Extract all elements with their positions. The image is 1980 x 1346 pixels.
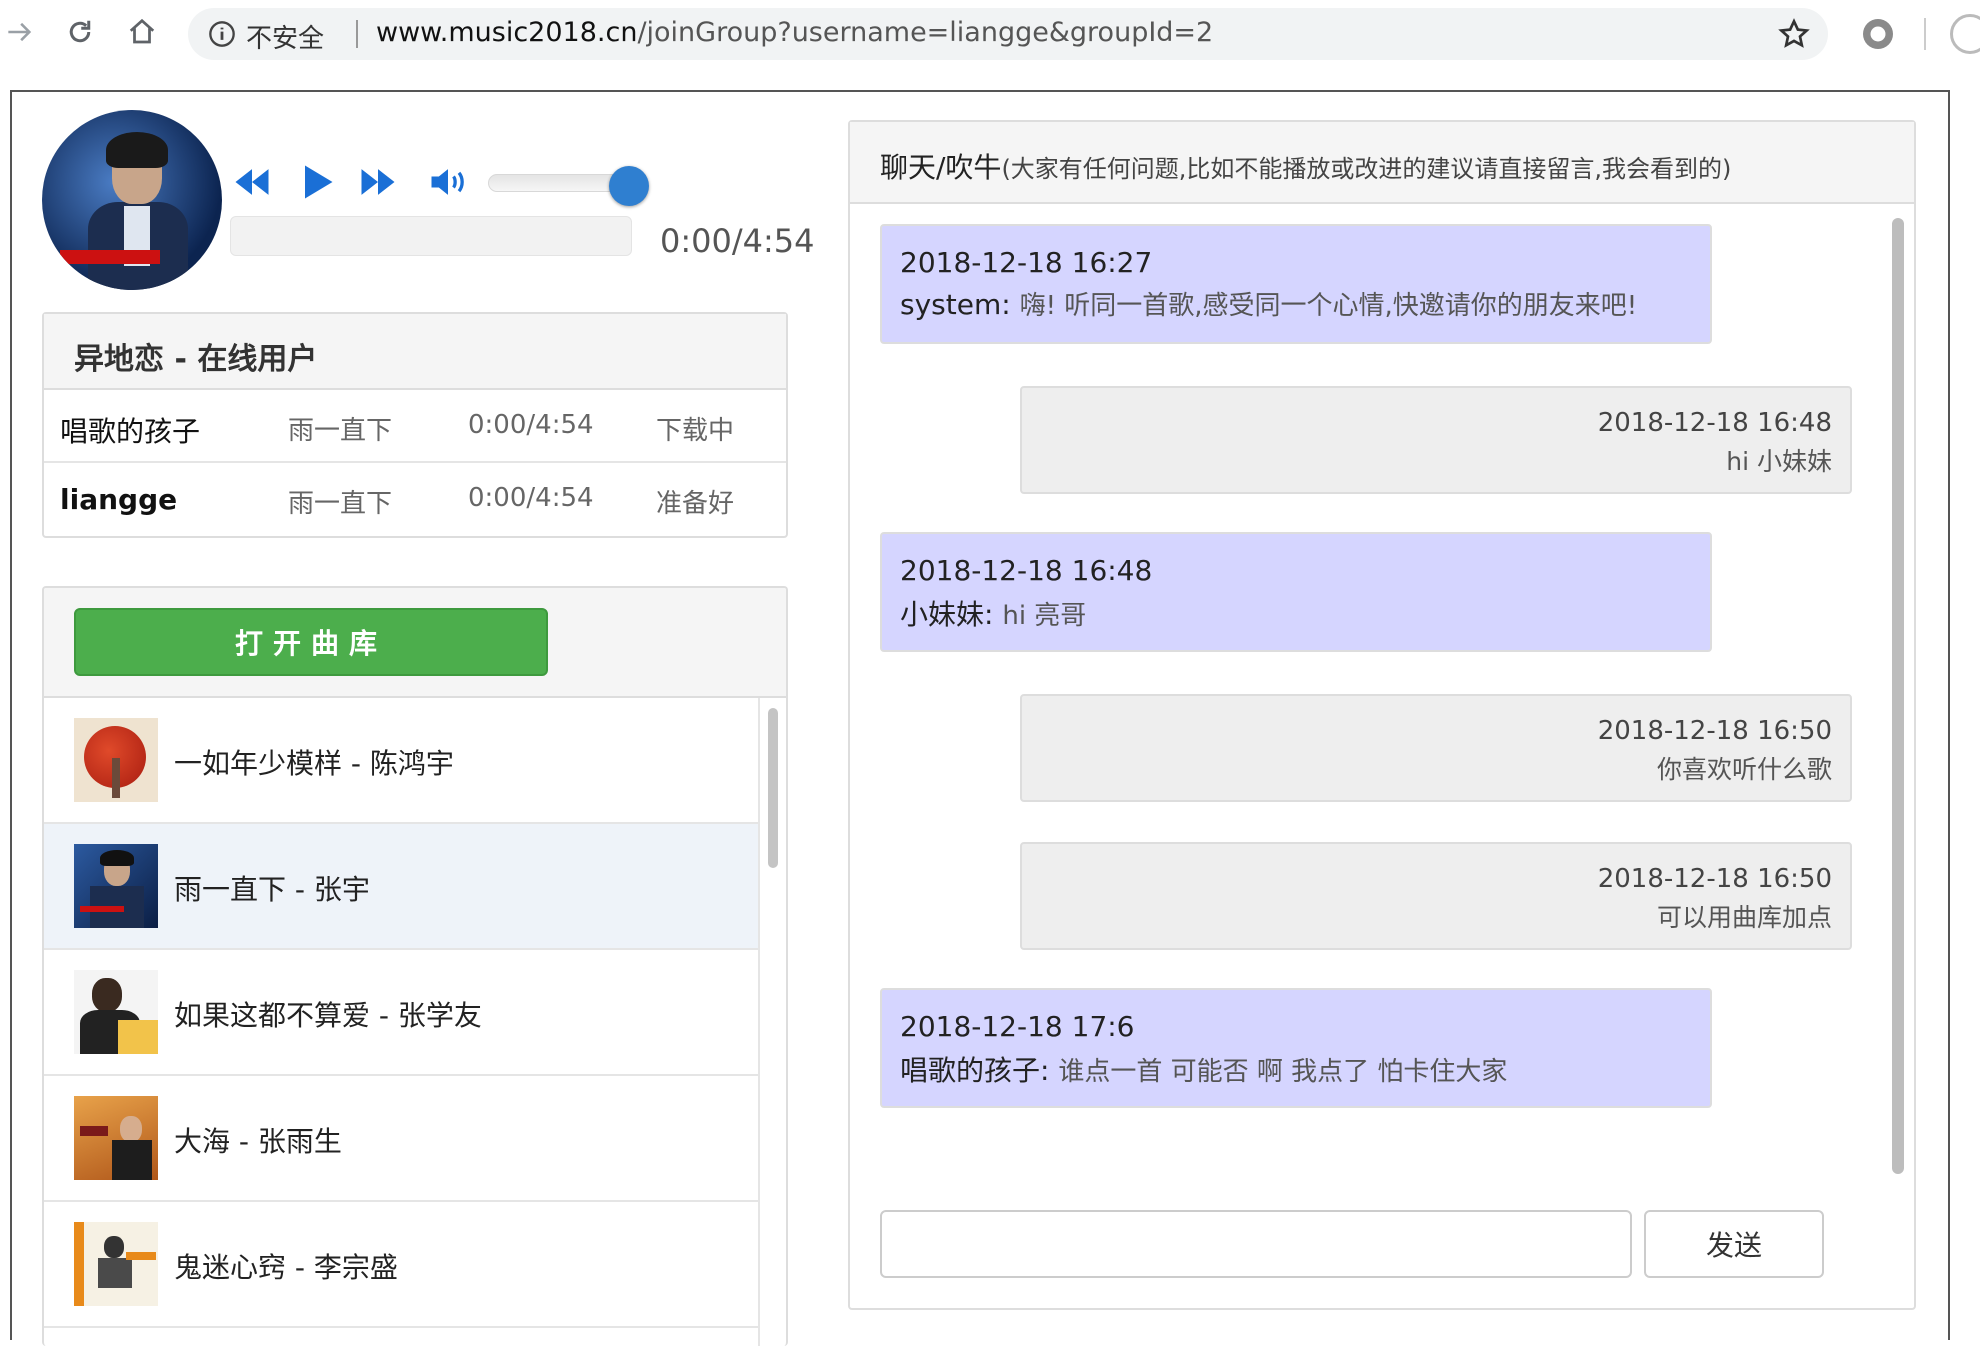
online-users-title: 异地恋 - 在线用户 (44, 314, 786, 390)
url-path: /joinGroup?username=liangge&groupId=2 (637, 17, 1214, 48)
volume-icon[interactable] (426, 160, 470, 204)
message-text: hi 亮哥 (1002, 601, 1087, 631)
open-library-button[interactable]: 打开曲库 (74, 608, 548, 676)
volume-slider-handle[interactable] (608, 166, 649, 206)
address-bar[interactable]: 不安全 www.music2018.cn/joinGroup?username=… (188, 8, 1828, 60)
song-thumbnail (74, 970, 158, 1054)
home-icon[interactable] (122, 12, 162, 52)
info-icon[interactable] (208, 20, 236, 48)
message-text: 嗨! 听同一首歌,感受同一个心情,快邀请你的朋友来吧! (1019, 291, 1638, 321)
previous-icon[interactable] (230, 160, 274, 204)
next-icon[interactable] (356, 160, 400, 204)
chat-scrollbar-thumb[interactable] (1892, 218, 1904, 1174)
song-thumbnail (74, 844, 158, 928)
browser-toolbar: 不安全 www.music2018.cn/joinGroup?username=… (0, 0, 1980, 70)
song-thumbnail (74, 1096, 158, 1180)
chat-input[interactable] (880, 1210, 1632, 1278)
song-item[interactable]: 大海 - 张雨生 (44, 1076, 758, 1202)
profile-icon[interactable] (1950, 14, 1980, 54)
security-label: 不安全 (246, 24, 325, 54)
user-name: 唱歌的孩子 (60, 415, 201, 448)
music-library-panel: 打开曲库 一如年少模样 - 陈鸿宇 雨一直下 - 张宇 如果这都不算爱 - 张学… (42, 586, 788, 1346)
chat-header: 聊天/吹牛(大家有任何问题,比如不能播放或改进的建议请直接留言,我会看到的) (850, 122, 1914, 204)
song-item[interactable]: 鬼迷心窍 - 李宗盛 (44, 1202, 758, 1328)
divider (1924, 18, 1926, 50)
cover-hair (106, 132, 168, 168)
song-list: 一如年少模样 - 陈鸿宇 雨一直下 - 张宇 如果这都不算爱 - 张学友 大海 … (44, 698, 758, 1328)
message-text: 你喜欢听什么歌 (1656, 755, 1832, 784)
message-timestamp: 2018-12-18 16:48 (900, 554, 1153, 587)
reload-icon[interactable] (60, 12, 100, 52)
message-sender: system: (900, 288, 1020, 321)
library-scrollbar-thumb[interactable] (768, 708, 778, 868)
song-item[interactable]: 一如年少模样 - 陈鸿宇 (44, 698, 758, 824)
cover-badge (60, 250, 160, 264)
message-timestamp: 2018-12-18 16:27 (900, 246, 1153, 279)
divider (356, 20, 358, 48)
online-users-panel: 异地恋 - 在线用户 唱歌的孩子 雨一直下 0:00/4:54 下载中 lian… (42, 312, 788, 538)
user-row: 唱歌的孩子 雨一直下 0:00/4:54 下载中 (44, 390, 786, 463)
chat-message: 2018-12-18 16:50 你喜欢听什么歌 (1020, 694, 1852, 802)
message-body: 小妹妹: hi 亮哥 (900, 593, 1692, 633)
url-text[interactable]: www.music2018.cn/joinGroup?username=lian… (376, 17, 1213, 48)
send-button[interactable]: 发送 (1644, 1210, 1824, 1278)
song-title: 大海 - 张雨生 (174, 1125, 342, 1158)
message-text: hi 小妹妹 (1726, 447, 1832, 476)
message-timestamp: 2018-12-18 16:50 (1597, 716, 1832, 746)
user-status: 下载中 (656, 416, 735, 446)
user-status: 准备好 (656, 489, 735, 519)
song-title: 鬼迷心窍 - 李宗盛 (174, 1251, 398, 1284)
user-name: liangge (60, 483, 178, 516)
message-sender: 小妹妹: (900, 598, 1003, 631)
user-row: liangge 雨一直下 0:00/4:54 准备好 (44, 463, 786, 536)
song-title: 一如年少模样 - 陈鸿宇 (174, 747, 454, 780)
chat-panel: 聊天/吹牛(大家有任何问题,比如不能播放或改进的建议请直接留言,我会看到的) 2… (848, 120, 1916, 1310)
chat-message: 2018-12-18 17:6 唱歌的孩子: 谁点一首 可能否 啊 我点了 怕卡… (880, 988, 1712, 1108)
message-timestamp: 2018-12-18 16:48 (1597, 408, 1832, 438)
song-time: 0:00/4:54 (660, 222, 815, 260)
song-progress-bar[interactable] (230, 216, 632, 256)
message-sender: 唱歌的孩子: (900, 1054, 1059, 1087)
url-host: www.music2018.cn (376, 17, 638, 48)
chat-subtitle: (大家有任何问题,比如不能播放或改进的建议请直接留言,我会看到的) (1001, 155, 1732, 183)
chat-message: 2018-12-18 16:50 可以用曲库加点 (1020, 842, 1852, 950)
song-thumbnail (74, 1222, 158, 1306)
chat-scrollbar[interactable] (1890, 218, 1906, 1178)
chat-message: 2018-12-18 16:48 hi 小妹妹 (1020, 386, 1852, 494)
song-thumbnail (74, 718, 158, 802)
library-header: 打开曲库 (44, 588, 786, 698)
song-title: 雨一直下 - 张宇 (174, 873, 370, 906)
library-scrollbar[interactable] (758, 698, 786, 1346)
user-time: 0:00/4:54 (468, 483, 594, 513)
song-title: 如果这都不算爱 - 张学友 (174, 999, 482, 1032)
star-icon[interactable] (1778, 18, 1810, 50)
user-time: 0:00/4:54 (468, 410, 594, 440)
chat-title: 聊天/吹牛 (880, 151, 1002, 184)
message-text: 可以用曲库加点 (1656, 903, 1832, 932)
message-text: 谁点一首 可能否 啊 我点了 怕卡住大家 (1058, 1057, 1508, 1087)
chat-message: 2018-12-18 16:27 system: 嗨! 听同一首歌,感受同一个心… (880, 224, 1712, 344)
user-song: 雨一直下 (288, 416, 393, 446)
message-timestamp: 2018-12-18 17:6 (900, 1010, 1135, 1043)
forward-icon[interactable] (0, 12, 40, 52)
song-item[interactable]: 雨一直下 - 张宇 (44, 824, 758, 950)
song-item[interactable]: 如果这都不算爱 - 张学友 (44, 950, 758, 1076)
album-cover (42, 110, 222, 290)
chat-message: 2018-12-18 16:48 小妹妹: hi 亮哥 (880, 532, 1712, 652)
extension-icon[interactable] (1860, 16, 1896, 52)
user-song: 雨一直下 (288, 489, 393, 519)
play-icon[interactable] (294, 160, 338, 204)
message-body: 唱歌的孩子: 谁点一首 可能否 啊 我点了 怕卡住大家 (900, 1049, 1692, 1089)
message-timestamp: 2018-12-18 16:50 (1597, 864, 1832, 894)
message-body: system: 嗨! 听同一首歌,感受同一个心情,快邀请你的朋友来吧! (900, 285, 1692, 322)
